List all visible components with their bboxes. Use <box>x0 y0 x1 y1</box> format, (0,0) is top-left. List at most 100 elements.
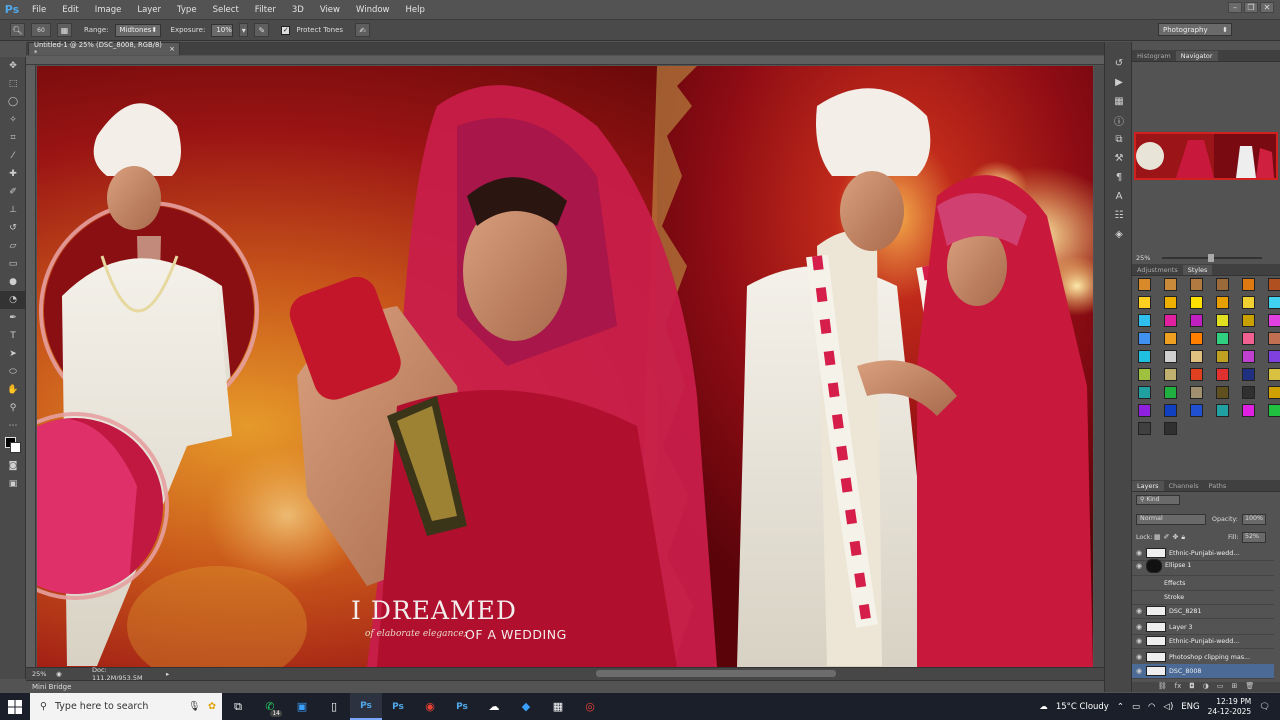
style-swatch[interactable] <box>1242 386 1255 399</box>
style-swatch[interactable] <box>1164 278 1177 291</box>
layer-row[interactable]: ◉ Photoshop clipping mas... <box>1132 650 1274 665</box>
style-swatch[interactable] <box>1138 386 1151 399</box>
tab-styles[interactable]: Styles <box>1182 265 1213 275</box>
minimize-icon[interactable]: – <box>1228 2 1242 13</box>
navigator-zoom-slider[interactable] <box>1162 254 1262 262</box>
eraser-tool-icon[interactable]: ▱ <box>0 237 26 255</box>
zoom-level[interactable]: 25% <box>26 670 56 678</box>
restore-icon[interactable]: ❐ <box>1244 2 1258 13</box>
task-view-icon[interactable]: ⧉ <box>222 693 254 720</box>
photoshop-second-icon[interactable]: Ps <box>446 693 478 720</box>
navigator-preview[interactable] <box>1134 132 1278 180</box>
pressure-icon[interactable]: ✍ <box>355 23 371 37</box>
clock[interactable]: 12:19 PM 24-12-2025 <box>1208 697 1252 717</box>
healing-tool-icon[interactable]: ✚ <box>0 165 26 183</box>
style-swatch[interactable] <box>1138 278 1151 291</box>
style-swatch[interactable] <box>1164 350 1177 363</box>
photoshop-taskbar-icon[interactable]: Ps <box>350 693 382 720</box>
visibility-eye-icon[interactable]: ◉ <box>1132 607 1146 615</box>
chevron-up-icon[interactable]: ⌃ <box>1117 702 1124 712</box>
layer-row[interactable]: ◉ DSC_8008 <box>1132 664 1274 679</box>
style-swatch[interactable] <box>1268 368 1280 381</box>
notepad-icon[interactable]: ▯ <box>318 693 350 720</box>
exposure-dropdown-icon[interactable]: ▾ <box>239 23 249 37</box>
gallery-app-icon[interactable]: ▣ <box>286 693 318 720</box>
status-info-icon[interactable]: ◉ <box>56 670 68 678</box>
taskbar-search[interactable]: ⚲ Type here to search 🎙︎ ✿ <box>30 693 222 720</box>
style-swatch[interactable] <box>1190 386 1203 399</box>
close-tab-icon[interactable]: × <box>169 45 179 53</box>
character-panel-icon[interactable]: A <box>1105 187 1133 206</box>
menu-edit[interactable]: Edit <box>54 5 86 15</box>
tool-presets-icon[interactable]: ⚒ <box>1105 149 1133 168</box>
menu-type[interactable]: Type <box>169 5 205 15</box>
menu-select[interactable]: Select <box>205 5 247 15</box>
brush-tool-icon[interactable]: ✐ <box>0 183 26 201</box>
layer-row[interactable]: Effects <box>1132 576 1274 591</box>
style-swatch[interactable] <box>1190 332 1203 345</box>
pen-tool-icon[interactable]: ✒ <box>0 309 26 327</box>
style-swatch[interactable] <box>1216 332 1229 345</box>
brush-preset-picker[interactable]: 60 <box>31 23 51 37</box>
style-swatch[interactable] <box>1268 404 1280 417</box>
more-tools-icon[interactable]: ⋯ <box>0 417 26 435</box>
style-swatch[interactable] <box>1242 350 1255 363</box>
zoom-tool-icon[interactable]: ⚲ <box>0 399 26 417</box>
style-swatch[interactable] <box>1138 332 1151 345</box>
crop-tool-icon[interactable]: ⌗ <box>0 129 26 147</box>
language-indicator[interactable]: ENG <box>1181 702 1199 712</box>
style-swatch[interactable] <box>1164 332 1177 345</box>
style-swatch[interactable] <box>1190 404 1203 417</box>
group-icon[interactable]: ▭ <box>1217 682 1224 692</box>
style-swatch[interactable] <box>1242 404 1255 417</box>
style-swatch[interactable] <box>1164 386 1177 399</box>
style-swatch[interactable] <box>1138 404 1151 417</box>
document-canvas[interactable]: I DREAMED of elaborate elegance; OF A WE… <box>37 66 1093 667</box>
actions-panel-icon[interactable]: ▶ <box>1105 73 1133 92</box>
move-tool-icon[interactable]: ✥ <box>0 57 26 75</box>
style-swatch[interactable] <box>1242 278 1255 291</box>
paragraph-panel-icon[interactable]: ¶ <box>1105 168 1133 187</box>
screen-mode-icon[interactable]: ▣ <box>0 475 26 493</box>
history-panel-icon[interactable]: ↺ <box>1105 54 1133 73</box>
horizontal-scrollbar-thumb[interactable] <box>596 670 836 677</box>
menu-filter[interactable]: Filter <box>247 5 284 15</box>
photoshop-alt-icon[interactable]: Ps <box>382 693 414 720</box>
visibility-eye-icon[interactable]: ◉ <box>1132 562 1146 570</box>
chrome-icon[interactable]: ◉ <box>414 693 446 720</box>
menu-image[interactable]: Image <box>87 5 130 15</box>
style-swatch[interactable] <box>1216 350 1229 363</box>
style-swatch[interactable] <box>1242 296 1255 309</box>
tab-paths[interactable]: Paths <box>1204 481 1232 491</box>
close-icon[interactable]: ✕ <box>1260 2 1274 13</box>
visibility-eye-icon[interactable]: ◉ <box>1132 623 1146 631</box>
fill-input[interactable]: 52% <box>1242 532 1266 543</box>
layer-row[interactable]: Stroke <box>1132 590 1274 605</box>
new-layer-icon[interactable]: ⊞ <box>1232 682 1238 692</box>
blend-mode-select[interactable]: Normal <box>1136 514 1206 525</box>
shape-tool-icon[interactable]: ⬭ <box>0 363 26 381</box>
layer-filter-kind[interactable]: ⚲ Kind <box>1136 495 1180 505</box>
marquee-tool-icon[interactable]: ⬚ <box>0 75 26 93</box>
3d-panel-icon[interactable]: ◈ <box>1105 225 1133 244</box>
style-swatch[interactable] <box>1164 314 1177 327</box>
network-icon[interactable]: ▭ <box>1132 702 1140 712</box>
lasso-tool-icon[interactable]: ◯ <box>0 93 26 111</box>
range-select[interactable]: Midtones ⬍ <box>114 23 161 37</box>
fx-icon[interactable]: fx <box>1175 682 1182 692</box>
history-brush-tool-icon[interactable]: ↺ <box>0 219 26 237</box>
style-swatch[interactable] <box>1164 404 1177 417</box>
style-swatch[interactable] <box>1190 368 1203 381</box>
type-tool-icon[interactable]: T <box>0 327 26 345</box>
dodge-tool-icon[interactable]: ◔ <box>0 291 26 309</box>
style-swatch[interactable] <box>1268 350 1280 363</box>
menu-view[interactable]: View <box>312 5 348 15</box>
style-swatch[interactable] <box>1216 368 1229 381</box>
style-swatch[interactable] <box>1268 332 1280 345</box>
navigator-zoom[interactable]: 25% <box>1136 254 1150 262</box>
document-tab[interactable]: Untitled-1 @ 25% (DSC_8008, RGB/8) * × <box>28 41 180 57</box>
style-swatch[interactable] <box>1216 404 1229 417</box>
layer-row[interactable]: ◉ DSC_8281 <box>1132 604 1274 619</box>
volume-icon[interactable]: ◁) <box>1163 702 1173 712</box>
recorder-icon[interactable]: ◎ <box>574 693 606 720</box>
